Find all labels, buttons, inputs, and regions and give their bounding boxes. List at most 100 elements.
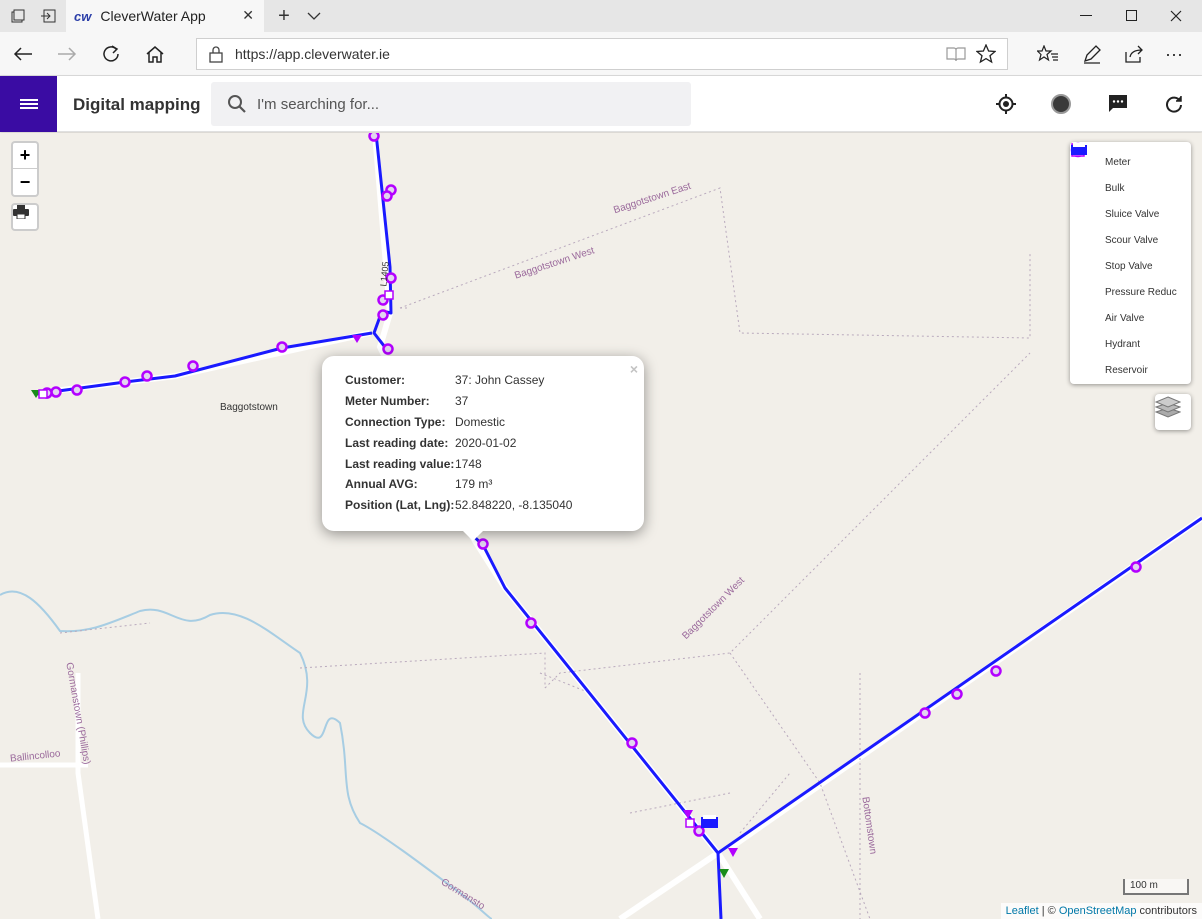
tab-title: CleverWater App (100, 8, 206, 24)
popup-tip (463, 531, 483, 541)
sluice-valve-icon (1073, 144, 1104, 223)
share-icon[interactable] (1118, 38, 1150, 70)
popup-key: Last reading date: (345, 435, 449, 450)
page-title: Digital mapping (73, 95, 201, 114)
map-canvas[interactable]: Baggotstown East Baggotstown West Baggot… (0, 133, 1202, 919)
legend-item-reservoir: Reservoir (1071, 143, 1191, 383)
browser-window: cw CleverWater App ✕ + https://app.cleve… (0, 0, 1202, 919)
popup-key: Connection Type: (345, 414, 446, 429)
set-aside-tabs-icon[interactable] (36, 0, 60, 32)
scale-bar: 100 m (1123, 879, 1189, 895)
legend-item-bulk: Bulk (1070, 142, 1191, 202)
popup-value: 1748 (455, 456, 482, 471)
zoom-in-button[interactable]: + (13, 143, 37, 169)
popup-key: Annual AVG: (345, 477, 418, 492)
reload-map-icon[interactable] (1163, 93, 1185, 115)
legend-item-stop-valve: Stop Valve (1073, 144, 1191, 280)
home-icon[interactable] (139, 38, 171, 70)
title-bar: cw CleverWater App ✕ + (0, 0, 1202, 32)
popup-value: 179 m³ (455, 477, 493, 492)
legend-label: Scour Valve (1105, 235, 1159, 247)
reading-view-icon[interactable] (940, 38, 972, 70)
tab-cleverwater[interactable]: cw CleverWater App ✕ (66, 0, 264, 32)
forward-icon[interactable] (51, 38, 83, 70)
scour-valve-icon (1073, 144, 1104, 249)
search-icon (228, 95, 246, 113)
my-location-icon[interactable] (995, 93, 1017, 115)
legend-label: Meter (1105, 157, 1131, 169)
zoom-control: + − (11, 141, 39, 197)
popup-value: 52.848220, -8.135040 (455, 498, 573, 513)
url-field[interactable]: https://app.cleverwater.ie (196, 38, 1008, 70)
address-bar-row: https://app.cleverwater.ie ··· (0, 32, 1202, 76)
more-options-icon[interactable]: ··· (1158, 38, 1190, 70)
popup-value: 37 (455, 394, 469, 409)
lock-icon (209, 46, 223, 63)
popup-row: Position (Lat, Lng): 52.848220, -8.135040 (345, 495, 644, 516)
popup-value: Domestic (455, 414, 506, 429)
hydrant-marker (384, 290, 394, 300)
refresh-icon[interactable] (95, 38, 127, 70)
new-tab-icon[interactable]: + (274, 0, 294, 32)
popup-key: Meter Number: (345, 394, 430, 409)
legend-label: Bulk (1105, 183, 1125, 195)
legend-panel: Meter Bulk Sluice Valve Scour Valve Stop… (1070, 142, 1191, 384)
popup-key: Last reading value: (345, 456, 455, 471)
tab-actions-icon[interactable] (6, 0, 30, 32)
layers-icon (1155, 396, 1181, 418)
close-tab-icon[interactable]: ✕ (242, 7, 254, 24)
legend-item-sluice-valve: Sluice Valve (1073, 144, 1191, 228)
search-placeholder: I'm searching for... (257, 95, 380, 113)
popup-row: Last reading date: 2020-01-02 (345, 432, 644, 453)
popup-value: 2020-01-02 (455, 435, 517, 450)
meter-info-popup: × Customer: 37: John Cassey Meter Number:… (322, 356, 644, 541)
air-valve-icon (1072, 143, 1104, 326)
hydrant-marker (685, 818, 695, 828)
app-header: Digital mapping I'm searching for... (0, 76, 1202, 132)
osm-link[interactable]: OpenStreetMap (1059, 905, 1137, 917)
reservoir-icon (1071, 143, 1104, 378)
legend-item-pressure-reducing-valve: Pressure Reduc (1073, 144, 1191, 305)
pressure-reducing-valve-icon (1073, 144, 1104, 300)
popup-key: Position (Lat, Lng): (345, 498, 455, 513)
legend-label: Reservoir (1105, 364, 1148, 376)
web-note-pen-icon[interactable] (1076, 38, 1108, 70)
print-button[interactable] (11, 203, 39, 231)
favorites-hub-icon[interactable] (1032, 38, 1064, 70)
legend-label: Stop Valve (1105, 261, 1153, 272)
legend-label: Pressure Reduc (1105, 286, 1177, 298)
back-icon[interactable] (7, 38, 39, 70)
sluice-valve-marker (728, 848, 738, 857)
map-label: Baggotstown (220, 402, 278, 413)
legend-item-meter: Meter (1070, 142, 1191, 176)
legend-item-scour-valve: Scour Valve (1073, 144, 1191, 254)
printer-icon (13, 205, 29, 219)
popup-value: 37: John Cassey (455, 373, 545, 388)
stream-line (0, 590, 493, 919)
legend-item-hydrant: Hydrant (1071, 143, 1191, 357)
popup-row: Meter Number: 37 (345, 391, 644, 412)
messages-icon[interactable] (1107, 93, 1129, 115)
minimize-icon[interactable] (1072, 0, 1100, 32)
hamburger-menu-button[interactable] (0, 76, 57, 132)
attribution-contributors: contributors (1136, 905, 1197, 917)
popup-row: Annual AVG: 179 m³ (345, 474, 644, 495)
cleverwater-logo: cw (74, 8, 92, 24)
favorite-star-icon[interactable] (970, 38, 1002, 70)
search-input[interactable]: I'm searching for... (211, 82, 691, 126)
chevron-down-icon[interactable] (304, 0, 324, 32)
popup-row: Connection Type: Domestic (345, 412, 644, 433)
popup-row: Last reading value: 1748 (345, 453, 644, 474)
maximize-icon[interactable] (1118, 0, 1146, 32)
leaflet-link[interactable]: Leaflet (1006, 905, 1039, 917)
status-circle-icon[interactable] (1050, 93, 1072, 115)
attribution-separator: | © (1038, 905, 1059, 917)
zoom-out-button[interactable]: − (13, 169, 37, 195)
close-window-icon[interactable] (1162, 0, 1190, 32)
legend-label: Sluice Valve (1105, 209, 1160, 221)
popup-close-button[interactable]: × (630, 361, 638, 377)
layers-button[interactable] (1155, 394, 1191, 430)
popup-key: Customer: (345, 373, 406, 388)
reservoir-marker (701, 815, 718, 828)
bulk-icon (1070, 142, 1104, 197)
